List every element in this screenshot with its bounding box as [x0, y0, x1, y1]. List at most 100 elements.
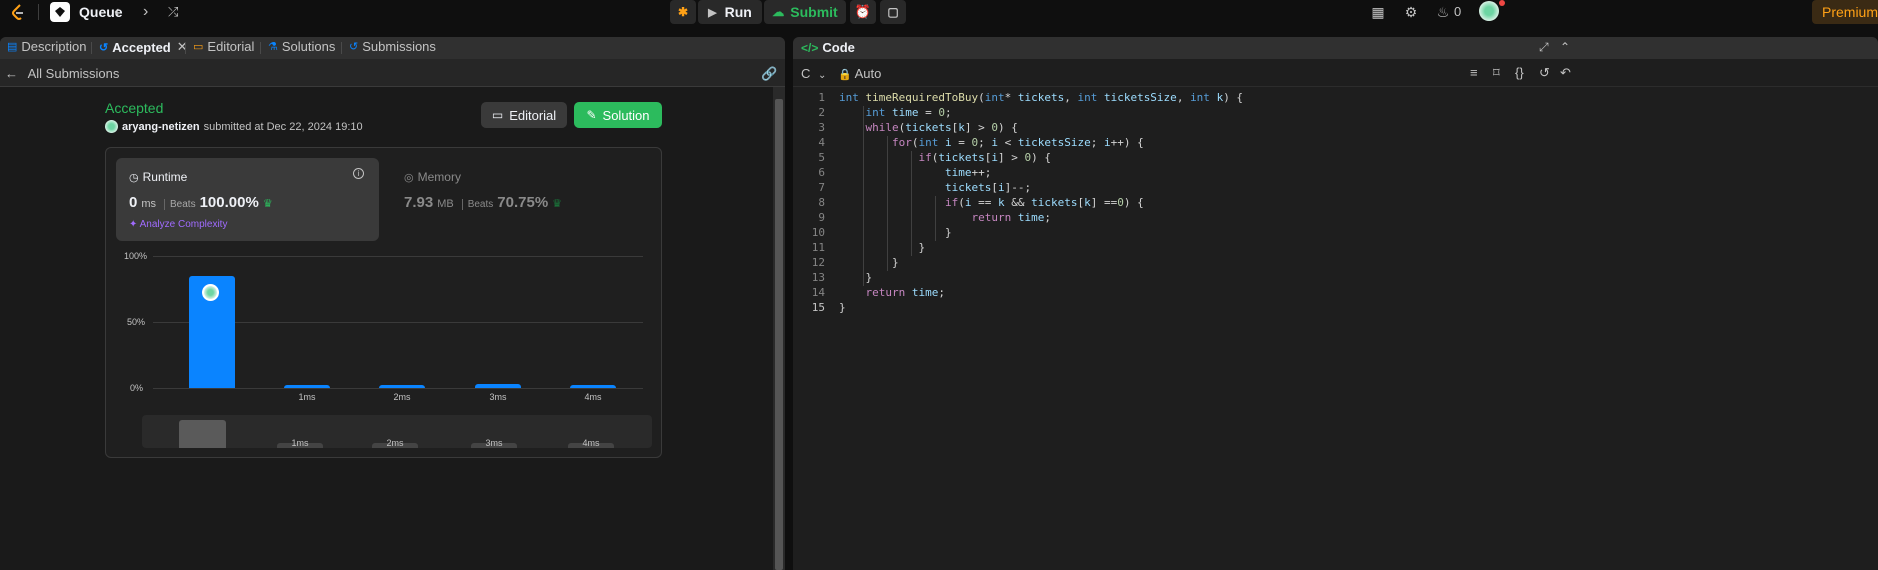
tab-separator: [341, 42, 342, 54]
code-line[interactable]: 5 if(tickets[i] > 0) {: [793, 151, 1878, 166]
line-number: 10: [811, 226, 825, 239]
maximize-icon[interactable]: ⤢: [1539, 40, 1549, 55]
line-number: 1: [818, 91, 825, 104]
code-line[interactable]: 15}: [793, 301, 1878, 316]
code-text: for(int i = 0; i < ticketsSize; i++) {: [891, 136, 1144, 149]
code-line[interactable]: 3 while(tickets[k] > 0) {: [793, 121, 1878, 136]
indent-guide: [911, 151, 912, 256]
mini-x-tick-label: 4ms: [582, 438, 600, 448]
streak-fire-icon[interactable]: ♨: [1434, 3, 1452, 21]
prev-problem-icon[interactable]: ‹: [114, 3, 119, 21]
memory-number: 7.93: [404, 194, 434, 211]
document-icon: ▤: [7, 41, 18, 53]
settings-gear-icon[interactable]: ⚙: [1402, 3, 1420, 21]
code-line[interactable]: 13 }: [793, 271, 1878, 286]
memory-beats-value: 70.75%: [497, 194, 549, 211]
code-editor[interactable]: 1 int timeRequiredToBuy(int* tickets, int…: [793, 91, 1878, 570]
notification-dot: [1499, 0, 1505, 6]
tab-description[interactable]: ▤ Description: [7, 39, 86, 54]
code-line[interactable]: 7 tickets[i]--;: [793, 181, 1878, 196]
runtime-value: 0 ms Beats 100.00% ♛: [129, 194, 273, 211]
runtime-distribution-chart: 100% 50% 0% 1ms 2ms 3ms 4ms: [106, 248, 663, 408]
line-number: 15: [811, 301, 825, 314]
gridline: [153, 388, 643, 389]
memory-unit: MB: [437, 198, 454, 210]
code-panel-title: </> Code: [801, 40, 855, 55]
reset-icon[interactable]: ↺: [1539, 65, 1550, 81]
mini-chart-bar: [179, 420, 226, 448]
left-scrollbar[interactable]: [773, 87, 785, 570]
notes-button[interactable]: ▢: [880, 0, 906, 24]
tab-solutions[interactable]: ⚗ Solutions: [268, 39, 335, 54]
close-tab-icon[interactable]: ✕: [177, 39, 188, 55]
tab-separator: [185, 42, 186, 54]
code-line[interactable]: 12 }: [793, 256, 1878, 271]
solution-button[interactable]: ✎ Solution: [574, 102, 662, 128]
tab-editorial[interactable]: ▭ Editorial: [193, 39, 254, 54]
chart-bar[interactable]: [284, 385, 330, 388]
problem-list-icon[interactable]: [50, 2, 70, 22]
code-line[interactable]: 14 return time;: [793, 286, 1878, 301]
line-number: 13: [811, 271, 825, 284]
code-line[interactable]: 8 if(i == k && tickets[k] ==0) {: [793, 196, 1878, 211]
undo-icon[interactable]: ↶: [1560, 65, 1571, 81]
memory-panel[interactable]: ◎ Memory 7.93 MB Beats 70.75% ♛: [391, 158, 654, 241]
submit-label: Submit: [790, 4, 838, 20]
code-line[interactable]: 10 }: [793, 226, 1878, 241]
tab-submissions-label: Submissions: [362, 39, 436, 54]
mini-x-tick-label: 3ms: [485, 438, 503, 448]
code-line[interactable]: 11 }: [793, 241, 1878, 256]
left-scroll-thumb[interactable]: [775, 99, 783, 570]
submission-status: Accepted: [105, 100, 164, 116]
submitter-username[interactable]: aryang-netizen: [122, 121, 200, 133]
line-number: 8: [818, 196, 825, 209]
line-number: 6: [818, 166, 825, 179]
submitter-avatar[interactable]: [105, 120, 118, 133]
runtime-panel[interactable]: ◷ Runtime i 0 ms Beats 100.00% ♛ ✦ Analy…: [116, 158, 379, 241]
submit-button[interactable]: ☁ Submit: [764, 0, 846, 24]
code-line[interactable]: 4 for(int i = 0; i < ticketsSize; i++) {: [793, 136, 1878, 151]
clock-icon: ◷: [129, 171, 139, 184]
debug-button[interactable]: ✱: [670, 0, 696, 24]
runtime-beats-label: Beats: [164, 199, 196, 210]
premium-button[interactable]: Premium: [1812, 0, 1878, 24]
code-text: tickets[i]--;: [944, 181, 1032, 194]
next-problem-icon[interactable]: ›: [143, 3, 148, 21]
chart-bar[interactable]: [379, 385, 425, 388]
shuffle-icon[interactable]: ⤮: [168, 3, 178, 21]
code-line[interactable]: 1 int timeRequiredToBuy(int* tickets, int…: [793, 91, 1878, 106]
code-line[interactable]: 6 time++;: [793, 166, 1878, 181]
chart-bar[interactable]: [570, 385, 616, 388]
all-submissions-back-link[interactable]: ← All Submissions: [5, 66, 119, 81]
chart-range-navigator[interactable]: 1ms 2ms 3ms 4ms: [142, 415, 652, 448]
memory-beats-label: Beats: [461, 199, 493, 210]
tab-accepted[interactable]: ↺ Accepted ✕: [99, 39, 188, 55]
sparkle-icon: ✦: [129, 219, 138, 230]
run-button[interactable]: ▶ Run: [698, 0, 762, 24]
analyze-complexity-link[interactable]: ✦ Analyze Complexity: [129, 219, 227, 230]
layout-grid-icon[interactable]: ▦: [1369, 3, 1387, 21]
timer-button[interactable]: ⏰: [850, 0, 876, 24]
editorial-button[interactable]: ▭ Editorial: [481, 102, 567, 128]
history-icon: ↺: [349, 41, 359, 53]
line-number: 11: [811, 241, 825, 254]
code-line[interactable]: 9 return time;: [793, 211, 1878, 226]
code-text: }: [839, 301, 846, 314]
chart-bar[interactable]: [475, 384, 521, 388]
code-line[interactable]: 2 int time = 0;: [793, 106, 1878, 121]
collapse-icon[interactable]: ⌃: [1560, 40, 1570, 54]
info-icon[interactable]: i: [353, 168, 364, 179]
user-avatar[interactable]: [1479, 1, 1499, 21]
history-icon: ↺: [99, 41, 109, 54]
gridline: [153, 256, 643, 257]
leetcode-logo-icon[interactable]: [8, 2, 28, 22]
bookmark-icon[interactable]: ⌑: [1493, 65, 1500, 81]
share-link-icon[interactable]: 🔗: [761, 66, 777, 82]
braces-icon[interactable]: {}: [1515, 65, 1524, 80]
language-select[interactable]: C ⌄: [801, 66, 826, 81]
navbar-divider: [38, 4, 39, 20]
trophy-icon: ♛: [552, 198, 563, 210]
tab-submissions[interactable]: ↺ Submissions: [349, 39, 436, 54]
format-code-icon[interactable]: ≡: [1470, 65, 1478, 80]
auto-mode[interactable]: 🔒 Auto: [838, 66, 881, 81]
